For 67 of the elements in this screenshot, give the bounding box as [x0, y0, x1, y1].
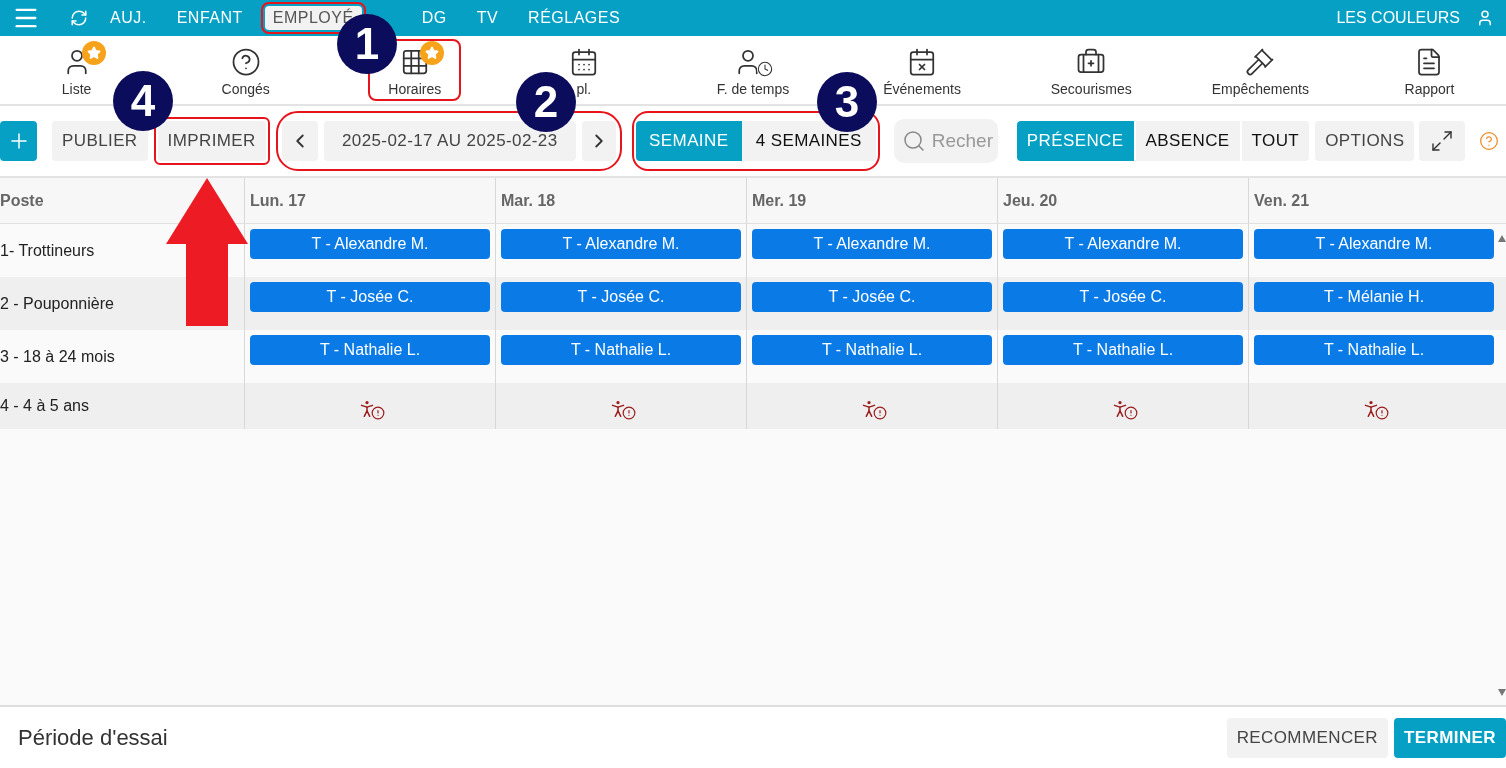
column-header: Poste — [0, 191, 44, 210]
scroll-down-icon[interactable] — [1498, 689, 1506, 697]
add-button[interactable] — [0, 121, 37, 161]
filter-tab[interactable]: ABSENCE — [1135, 121, 1240, 161]
next-button[interactable] — [581, 121, 616, 161]
shift-chip[interactable]: T - Alexandre M. — [250, 229, 490, 259]
view-tab[interactable]: SEMAINE — [635, 121, 742, 161]
footer-title: Période d'essai — [18, 724, 169, 751]
shift-chip[interactable]: T - Nathalie L. — [752, 335, 992, 365]
refresh-icon[interactable] — [70, 9, 88, 27]
row-label: 4 - 4 à 5 ans — [0, 397, 89, 415]
nav-tab[interactable]: EMPLOYÉ — [264, 6, 362, 30]
column-header: Jeu. 20 — [1003, 191, 1058, 210]
row-label: 2 - Pouponnière — [0, 294, 114, 313]
nav-tab[interactable]: RÉGLAGES — [520, 6, 629, 30]
date-range[interactable]: 2025-02-17 AU 2025-02-23 — [323, 121, 576, 161]
callout-tooltip: 3 — [817, 72, 877, 132]
shift-chip[interactable]: T - Nathalie L. — [250, 335, 490, 365]
options-button[interactable]: OPTIONS — [1315, 121, 1415, 161]
callout-tooltip: 2 — [516, 72, 576, 132]
expand-arrows-icon — [1430, 129, 1455, 153]
filter-tab[interactable]: PRÉSENCE — [1016, 121, 1134, 161]
user-icon[interactable] — [1476, 9, 1494, 27]
organization-name[interactable]: LES COULEURS — [1336, 9, 1460, 27]
tool-button[interactable]: Congés — [203, 41, 288, 99]
search-field[interactable]: Recher — [893, 119, 998, 163]
shift-chip[interactable]: T - Alexandre M. — [1003, 229, 1243, 259]
shift-chip[interactable]: T - Josée C. — [250, 282, 490, 312]
shift-chip[interactable]: T - Josée C. — [1003, 282, 1243, 312]
question-icon — [230, 47, 261, 77]
callout-tooltip: 4 — [113, 71, 173, 131]
restart-button[interactable]: RECOMMENCER — [1226, 717, 1388, 758]
shift-chip[interactable]: T - Mélanie H. — [1254, 282, 1494, 312]
shift-chip[interactable]: T - Nathalie L. — [1254, 335, 1494, 365]
shift-chip[interactable]: T - Josée C. — [752, 282, 992, 312]
action-button[interactable]: PUBLIER — [52, 121, 148, 161]
finish-button[interactable]: TERMINER — [1394, 717, 1506, 758]
tool-button[interactable]: Liste — [43, 41, 110, 99]
shift-chip[interactable]: T - Nathalie L. — [1003, 335, 1243, 365]
column-header: Mar. 18 — [501, 191, 556, 210]
nav-tab[interactable]: AUJ. — [102, 6, 155, 30]
nav-tab[interactable]: TV — [468, 6, 507, 30]
shift-chip[interactable]: T - Alexandre M. — [752, 229, 992, 259]
nav-tab[interactable]: DG — [413, 6, 455, 30]
expand-button[interactable] — [1419, 121, 1466, 161]
tool-button[interactable]: Secourismes — [1032, 41, 1150, 99]
nav-tab[interactable]: ENFANT — [168, 6, 251, 30]
row-label: 1- Trottineurs — [0, 241, 95, 260]
tool-button[interactable]: F. de temps — [698, 41, 808, 99]
filter-tab[interactable]: TOUT — [1241, 121, 1310, 161]
view-tab[interactable]: 4 SEMAINES — [741, 121, 876, 161]
scroll-up-icon[interactable] — [1498, 234, 1506, 242]
arrow-icon — [166, 178, 248, 326]
gavel-icon — [1245, 47, 1276, 77]
tool-button[interactable]: Rapport — [1386, 41, 1473, 99]
tool-button[interactable]: Empêchements — [1193, 41, 1327, 99]
row-label: 3 - 18 à 24 mois — [0, 347, 115, 366]
action-button[interactable]: IMPRIMER — [157, 121, 266, 161]
previous-button[interactable] — [281, 121, 318, 161]
shift-chip[interactable]: T - Josée C. — [501, 282, 741, 312]
column-header: Ven. 21 — [1254, 191, 1310, 210]
help-icon[interactable] — [1479, 131, 1500, 151]
shift-chip[interactable]: T - Alexandre M. — [1254, 229, 1494, 259]
shift-chip[interactable]: T - Alexandre M. — [501, 229, 741, 259]
shift-chip[interactable]: T - Nathalie L. — [501, 335, 741, 365]
column-header: Mer. 19 — [752, 191, 807, 210]
column-header: Lun. 17 — [250, 191, 306, 210]
